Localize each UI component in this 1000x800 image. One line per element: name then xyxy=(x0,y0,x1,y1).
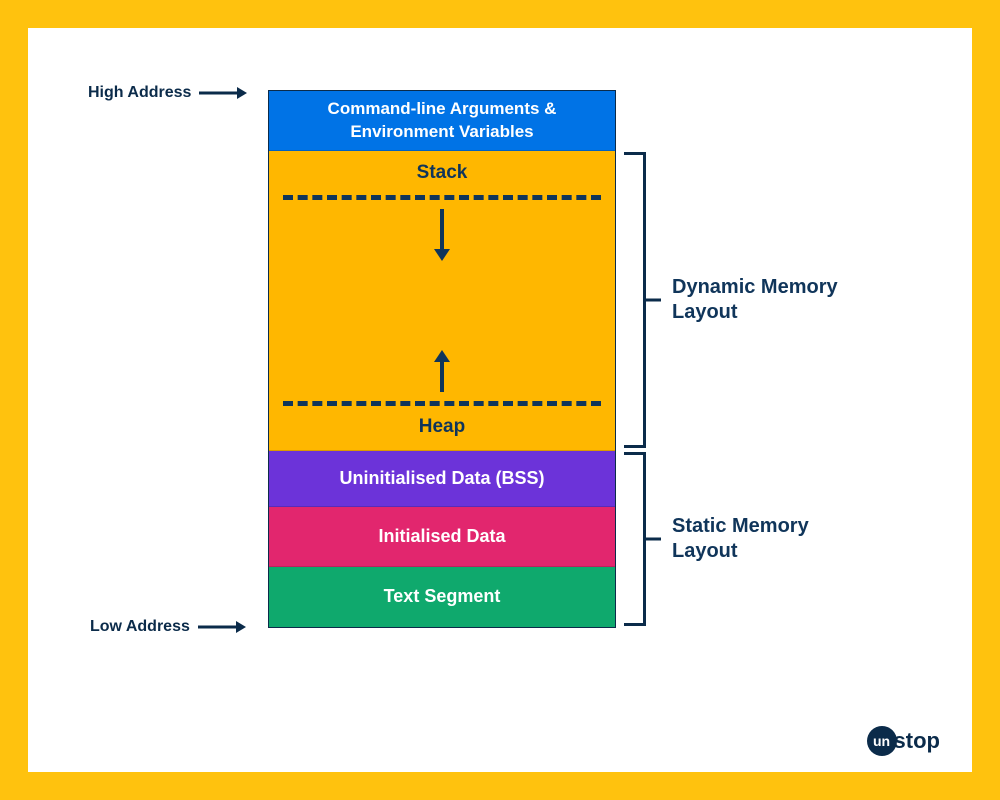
segment-text: Text Segment xyxy=(269,567,615,627)
brace-icon xyxy=(624,452,646,626)
high-address-label: High Address xyxy=(88,84,247,102)
group-dynamic-label: Dynamic Memory Layout xyxy=(672,275,838,325)
segment-init: Initialised Data xyxy=(269,507,615,567)
segment-dynamic: Stack Heap xyxy=(269,151,615,451)
brace-icon xyxy=(624,152,646,448)
low-address-label: Low Address xyxy=(90,618,246,636)
group-static-label: Static Memory Layout xyxy=(672,514,809,564)
segment-text-label: Text Segment xyxy=(384,585,501,608)
diagram-canvas: High Address Low Address Command-line Ar… xyxy=(28,28,972,772)
high-address-text: High Address xyxy=(88,84,191,102)
logo-circle: un xyxy=(867,726,897,756)
low-address-text: Low Address xyxy=(90,618,190,636)
segment-bss: Uninitialised Data (BSS) xyxy=(269,451,615,507)
group-dynamic: Dynamic Memory Layout xyxy=(624,152,838,448)
arrow-right-icon xyxy=(198,619,246,635)
segment-init-label: Initialised Data xyxy=(378,525,505,548)
arrow-down-icon xyxy=(431,209,453,261)
heap-boundary-dash xyxy=(283,401,601,406)
segment-cmdline: Command-line Arguments & Environment Var… xyxy=(269,91,615,151)
group-static: Static Memory Layout xyxy=(624,452,809,626)
segment-bss-label: Uninitialised Data (BSS) xyxy=(339,467,544,490)
memory-layout-column: Command-line Arguments & Environment Var… xyxy=(268,90,616,628)
segment-cmdline-label: Command-line Arguments & Environment Var… xyxy=(283,98,601,142)
stack-label: Stack xyxy=(269,161,615,186)
stack-boundary-dash xyxy=(283,195,601,200)
brand-logo: un stop xyxy=(867,726,940,756)
heap-label: Heap xyxy=(269,415,615,440)
logo-text: stop xyxy=(894,728,940,754)
arrow-right-icon xyxy=(199,85,247,101)
arrow-up-icon xyxy=(431,350,453,392)
